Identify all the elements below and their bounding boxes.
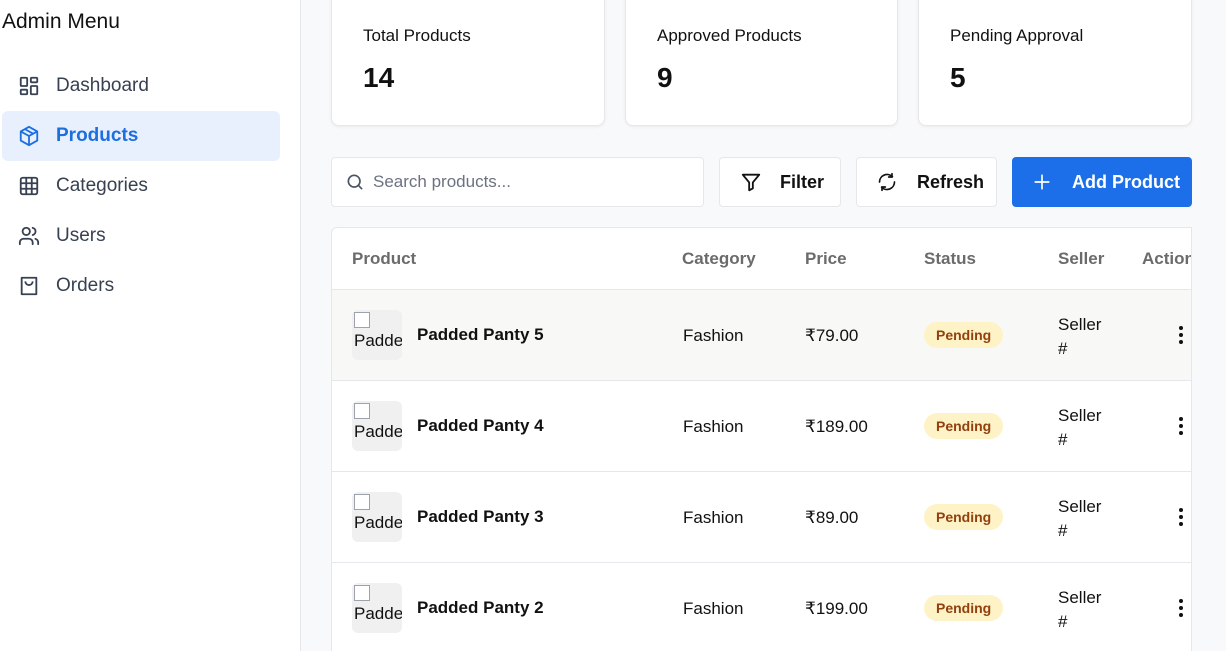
more-actions-icon[interactable] — [1172, 506, 1190, 528]
sidebar-item-label: Orders — [56, 275, 115, 296]
sidebar-item-dashboard[interactable]: Dashboard — [2, 61, 280, 111]
stat-label: Pending Approval — [950, 26, 1084, 45]
table-row[interactable]: Padded Panty 5 Padded Panty 5 Fashion ₹7… — [332, 290, 1191, 381]
products-table: Product Category Price Status Seller Act… — [331, 227, 1192, 651]
product-image-alt: Padded Panty 3 — [354, 513, 402, 532]
table-row[interactable]: Padded Panty 3 Padded Panty 3 Fashion ₹8… — [332, 472, 1191, 563]
seller-cell: Seller # — [1058, 404, 1101, 452]
filter-button[interactable]: Filter — [719, 157, 841, 207]
sidebar: Admin Menu Dashboard Products Categories… — [0, 0, 301, 651]
stat-value: 5 — [950, 62, 966, 93]
stat-value: 9 — [657, 62, 673, 93]
seller-id: # — [1058, 339, 1068, 358]
main-content: Total Products 14 Approved Products 9 Pe… — [301, 0, 1226, 651]
plus-icon — [1033, 173, 1051, 191]
seller-id: # — [1058, 430, 1068, 449]
product-image-alt: Padded Panty 5 — [354, 331, 402, 350]
refresh-icon — [877, 172, 897, 192]
product-image: Padded Panty 4 — [352, 401, 402, 451]
product-name: Padded Panty 3 — [417, 507, 544, 526]
product-image-alt: Padded Panty 4 — [354, 422, 402, 441]
refresh-label: Refresh — [917, 171, 985, 192]
product-name: Padded Panty 5 — [417, 325, 544, 344]
search-box[interactable] — [331, 157, 704, 207]
filter-label: Filter — [780, 171, 825, 192]
sidebar-item-products[interactable]: Products — [2, 111, 280, 161]
seller-id: # — [1058, 521, 1068, 540]
table-header: Product Category Price Status Seller Act… — [332, 228, 1191, 290]
add-product-button[interactable]: Add Product — [1012, 157, 1192, 207]
stat-label: Total Products — [363, 26, 471, 45]
sidebar-nav: Dashboard Products Categories Users Orde… — [2, 61, 280, 311]
column-header-price[interactable]: Price — [805, 249, 847, 269]
product-name: Padded Panty 4 — [417, 416, 544, 435]
filter-icon — [740, 171, 762, 193]
product-category: Fashion — [683, 326, 744, 345]
users-icon — [17, 224, 41, 248]
broken-image-icon — [354, 585, 370, 601]
product-category: Fashion — [683, 599, 744, 618]
sidebar-title: Admin Menu — [2, 10, 120, 33]
column-header-actions: Actions — [1142, 249, 1191, 268]
seller-label: Seller — [1058, 588, 1102, 607]
seller-label: Seller — [1058, 406, 1102, 425]
stat-card-total: Total Products 14 — [331, 0, 605, 126]
broken-image-icon — [354, 312, 370, 328]
product-name: Padded Panty 2 — [417, 598, 544, 617]
product-image-alt: Padded Panty 2 — [354, 604, 402, 623]
sidebar-item-users[interactable]: Users — [2, 211, 280, 261]
product-price: ₹199.00 — [805, 599, 868, 618]
seller-cell: Seller # — [1058, 495, 1101, 543]
search-input[interactable] — [373, 172, 673, 192]
box-icon — [17, 124, 41, 148]
broken-image-icon — [354, 494, 370, 510]
dashboard-icon — [17, 74, 41, 98]
seller-label: Seller — [1058, 497, 1102, 516]
stat-value: 14 — [363, 62, 395, 93]
column-header-seller[interactable]: Seller — [1058, 249, 1104, 269]
status-badge: Pending — [924, 504, 1004, 530]
product-price: ₹89.00 — [805, 508, 859, 527]
stat-card-approved: Approved Products 9 — [625, 0, 898, 126]
sidebar-item-label: Dashboard — [56, 75, 149, 96]
product-image: Padded Panty 2 — [352, 583, 402, 633]
product-image: Padded Panty 5 — [352, 310, 402, 360]
product-image: Padded Panty 3 — [352, 492, 402, 542]
seller-cell: Seller # — [1058, 586, 1101, 634]
status-badge: Pending — [924, 413, 1004, 439]
search-icon — [345, 172, 365, 192]
column-header-product[interactable]: Product — [352, 249, 416, 269]
stat-card-pending: Pending Approval 5 — [918, 0, 1192, 126]
more-actions-icon[interactable] — [1172, 415, 1190, 437]
product-price: ₹189.00 — [805, 417, 868, 436]
seller-id: # — [1058, 612, 1068, 631]
sidebar-item-categories[interactable]: Categories — [2, 161, 280, 211]
table-row[interactable]: Padded Panty 2 Padded Panty 2 Fashion ₹1… — [332, 563, 1191, 651]
sidebar-item-label: Users — [56, 225, 106, 246]
product-price: ₹79.00 — [805, 326, 859, 345]
add-product-label: Add Product — [1072, 171, 1180, 192]
sidebar-item-orders[interactable]: Orders — [2, 261, 280, 311]
more-actions-icon[interactable] — [1172, 597, 1190, 619]
column-header-status[interactable]: Status — [924, 249, 976, 269]
seller-label: Seller — [1058, 315, 1102, 334]
table-row[interactable]: Padded Panty 4 Padded Panty 4 Fashion ₹1… — [332, 381, 1191, 472]
column-header-category[interactable]: Category — [682, 249, 756, 269]
shopping-bag-icon — [17, 274, 41, 298]
product-category: Fashion — [683, 508, 744, 527]
sidebar-item-label: Categories — [56, 175, 148, 196]
status-badge: Pending — [924, 595, 1004, 621]
more-actions-icon[interactable] — [1172, 324, 1190, 346]
broken-image-icon — [354, 403, 370, 419]
seller-cell: Seller # — [1058, 313, 1101, 361]
status-badge: Pending — [924, 322, 1004, 348]
product-category: Fashion — [683, 417, 744, 436]
refresh-button[interactable]: Refresh — [856, 157, 997, 207]
stat-label: Approved Products — [657, 26, 802, 45]
grid-icon — [17, 174, 41, 198]
sidebar-item-label: Products — [56, 125, 139, 146]
